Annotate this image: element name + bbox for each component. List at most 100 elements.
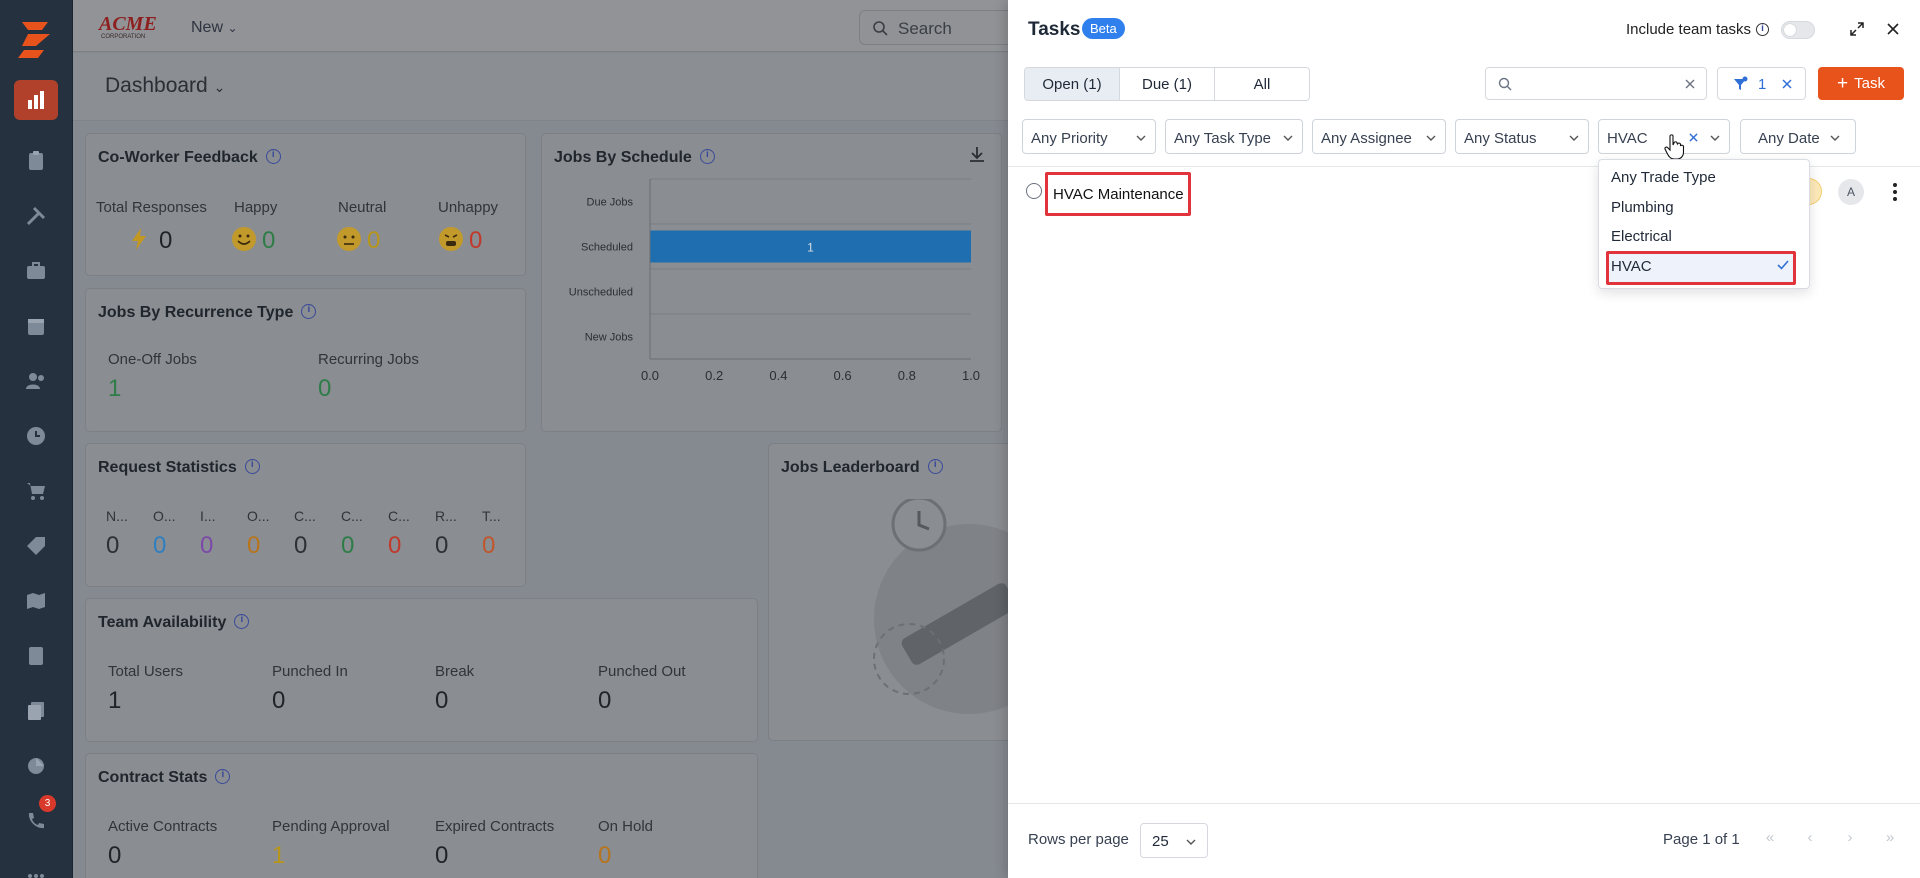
nav-calendar-icon[interactable] [14, 306, 58, 346]
svg-text:ACME: ACME [97, 13, 157, 35]
stat-label: Unhappy [438, 199, 499, 216]
stat-value: 0 [200, 532, 214, 559]
nav-pie-icon[interactable] [14, 746, 58, 786]
dashboard-title[interactable]: Dashboard ⌄ [105, 74, 225, 98]
team-availability-card: Team Availability Total Users Punched In… [85, 598, 758, 742]
stat-label: Neutral [338, 199, 387, 216]
plus-icon: + [1837, 73, 1849, 94]
option-plumbing[interactable]: Plumbing [1611, 199, 1674, 216]
rows-per-page-select[interactable]: 25 [1140, 823, 1208, 858]
option-electrical[interactable]: Electrical [1611, 228, 1672, 245]
info-icon[interactable] [265, 149, 281, 164]
nav-phone-icon[interactable]: 3 [14, 795, 58, 841]
clear-trade-icon[interactable] [1689, 133, 1698, 142]
option-hvac[interactable]: HVAC [1611, 258, 1652, 275]
chevron-down-icon [1186, 839, 1196, 845]
nav-briefcase-icon[interactable] [14, 251, 58, 291]
page-indicator: Page 1 of 1 [1663, 831, 1740, 848]
info-icon[interactable] [927, 459, 943, 474]
expand-icon[interactable] [1846, 18, 1868, 40]
nav-clock-icon[interactable] [14, 416, 58, 456]
stat-value: 0 [388, 532, 402, 559]
trade-type-filter[interactable]: HVAC [1598, 119, 1730, 160]
download-icon[interactable] [967, 144, 987, 164]
stat-value: 0 [159, 227, 173, 254]
global-search-input[interactable]: Search [859, 10, 1013, 45]
nav-calculator-icon[interactable] [14, 636, 58, 676]
stat-label: Punched In [272, 663, 348, 680]
request-statistics-card: Request Statistics N... 0 O... 0 I... 0 O... 0 C… [85, 443, 526, 587]
date-filter[interactable]: Any Date [1740, 119, 1856, 154]
chevron-down-icon [1710, 135, 1720, 141]
task-type-filter[interactable]: Any Task Type [1165, 119, 1303, 154]
active-filters-chip[interactable]: 1 [1717, 67, 1806, 100]
rows-per-page-label: Rows per page [1028, 831, 1129, 848]
stat-value: 0 [272, 687, 286, 714]
more-options-icon[interactable] [1888, 180, 1902, 204]
info-icon[interactable] [234, 614, 250, 629]
assignee-filter[interactable]: Any Assignee [1312, 119, 1446, 154]
stat-value: 1 [272, 842, 286, 869]
acme-logo[interactable]: ACME CORPORATION [97, 10, 169, 40]
info-icon[interactable] [699, 149, 715, 164]
search-placeholder: Search [898, 19, 952, 38]
next-page-icon[interactable]: › [1840, 829, 1860, 851]
card-title: Co-Worker Feedback [98, 149, 281, 167]
priority-filter[interactable]: Any Priority [1022, 119, 1156, 154]
info-icon[interactable] [244, 459, 260, 474]
search-icon [1498, 77, 1512, 91]
complete-task-checkbox[interactable] [1026, 183, 1042, 199]
include-team-toggle[interactable] [1781, 21, 1815, 39]
nav-files-icon[interactable] [14, 691, 58, 731]
contract-stats-card: Contract Stats Active Contracts Pending … [85, 753, 758, 878]
tick-label: 0.4 [769, 368, 787, 383]
option-any-trade[interactable]: Any Trade Type [1611, 169, 1716, 186]
stat-label: C... [341, 508, 363, 524]
last-page-icon[interactable]: » [1880, 829, 1900, 851]
tab-due[interactable]: Due (1) [1120, 68, 1215, 100]
nav-tag-icon[interactable] [14, 526, 58, 566]
stat-value: 0 [367, 227, 381, 254]
info-icon[interactable] [1756, 23, 1770, 36]
avatar[interactable]: A [1838, 179, 1864, 205]
stat-label: On Hold [598, 818, 654, 835]
nav-more-icon[interactable] [14, 856, 58, 878]
nav-users-icon[interactable] [14, 361, 58, 401]
card-title: Contract Stats [98, 769, 231, 787]
card-title: Team Availability [98, 614, 250, 632]
stat-label: Recurring Jobs [318, 351, 419, 368]
add-task-button[interactable]: + Task [1818, 67, 1904, 100]
nav-cart-icon[interactable] [14, 471, 58, 511]
category-label: Due Jobs [587, 197, 634, 209]
tasks-panel: Tasks Beta Include team tasks Open (1) D… [1008, 0, 1920, 878]
nav-dashboard-icon[interactable] [14, 80, 58, 120]
status-filter[interactable]: Any Status [1455, 119, 1589, 154]
tab-open[interactable]: Open (1) [1025, 68, 1120, 100]
nav-map-icon[interactable] [14, 581, 58, 621]
filter-count: 1 [1758, 76, 1767, 93]
tasks-title: Tasks [1028, 19, 1081, 40]
app-logo-icon[interactable] [14, 16, 58, 60]
close-icon[interactable] [1882, 18, 1904, 40]
dashboard-area: ACME CORPORATION New ⌄ Search Dashboard … [73, 0, 1013, 878]
nav-tools-icon[interactable] [14, 196, 58, 236]
tab-all[interactable]: All [1215, 68, 1309, 100]
task-tabs: Open (1) Due (1) All [1024, 67, 1310, 101]
nav-clipboard-icon[interactable] [14, 141, 58, 181]
recurrence-card: Jobs By Recurrence Type One-Off Jobs Rec… [85, 288, 526, 432]
clear-filter-icon[interactable] [1782, 79, 1792, 89]
stat-label: Expired Contracts [435, 818, 555, 835]
first-page-icon[interactable]: « [1760, 829, 1780, 851]
new-menu-button[interactable]: New ⌄ [191, 19, 238, 37]
info-icon[interactable] [301, 304, 317, 319]
stat-value: 0 [435, 532, 449, 559]
prev-page-icon[interactable]: ‹ [1800, 829, 1820, 851]
task-search-input[interactable] [1485, 67, 1707, 100]
chevron-down-icon [1830, 135, 1840, 141]
data-label: 1 [807, 241, 814, 255]
task-name[interactable]: HVAC Maintenance [1045, 172, 1191, 216]
category-label: New Jobs [585, 332, 634, 344]
info-icon[interactable] [215, 769, 231, 784]
stat-label: N... [106, 508, 128, 524]
clear-search-icon[interactable] [1684, 78, 1696, 90]
